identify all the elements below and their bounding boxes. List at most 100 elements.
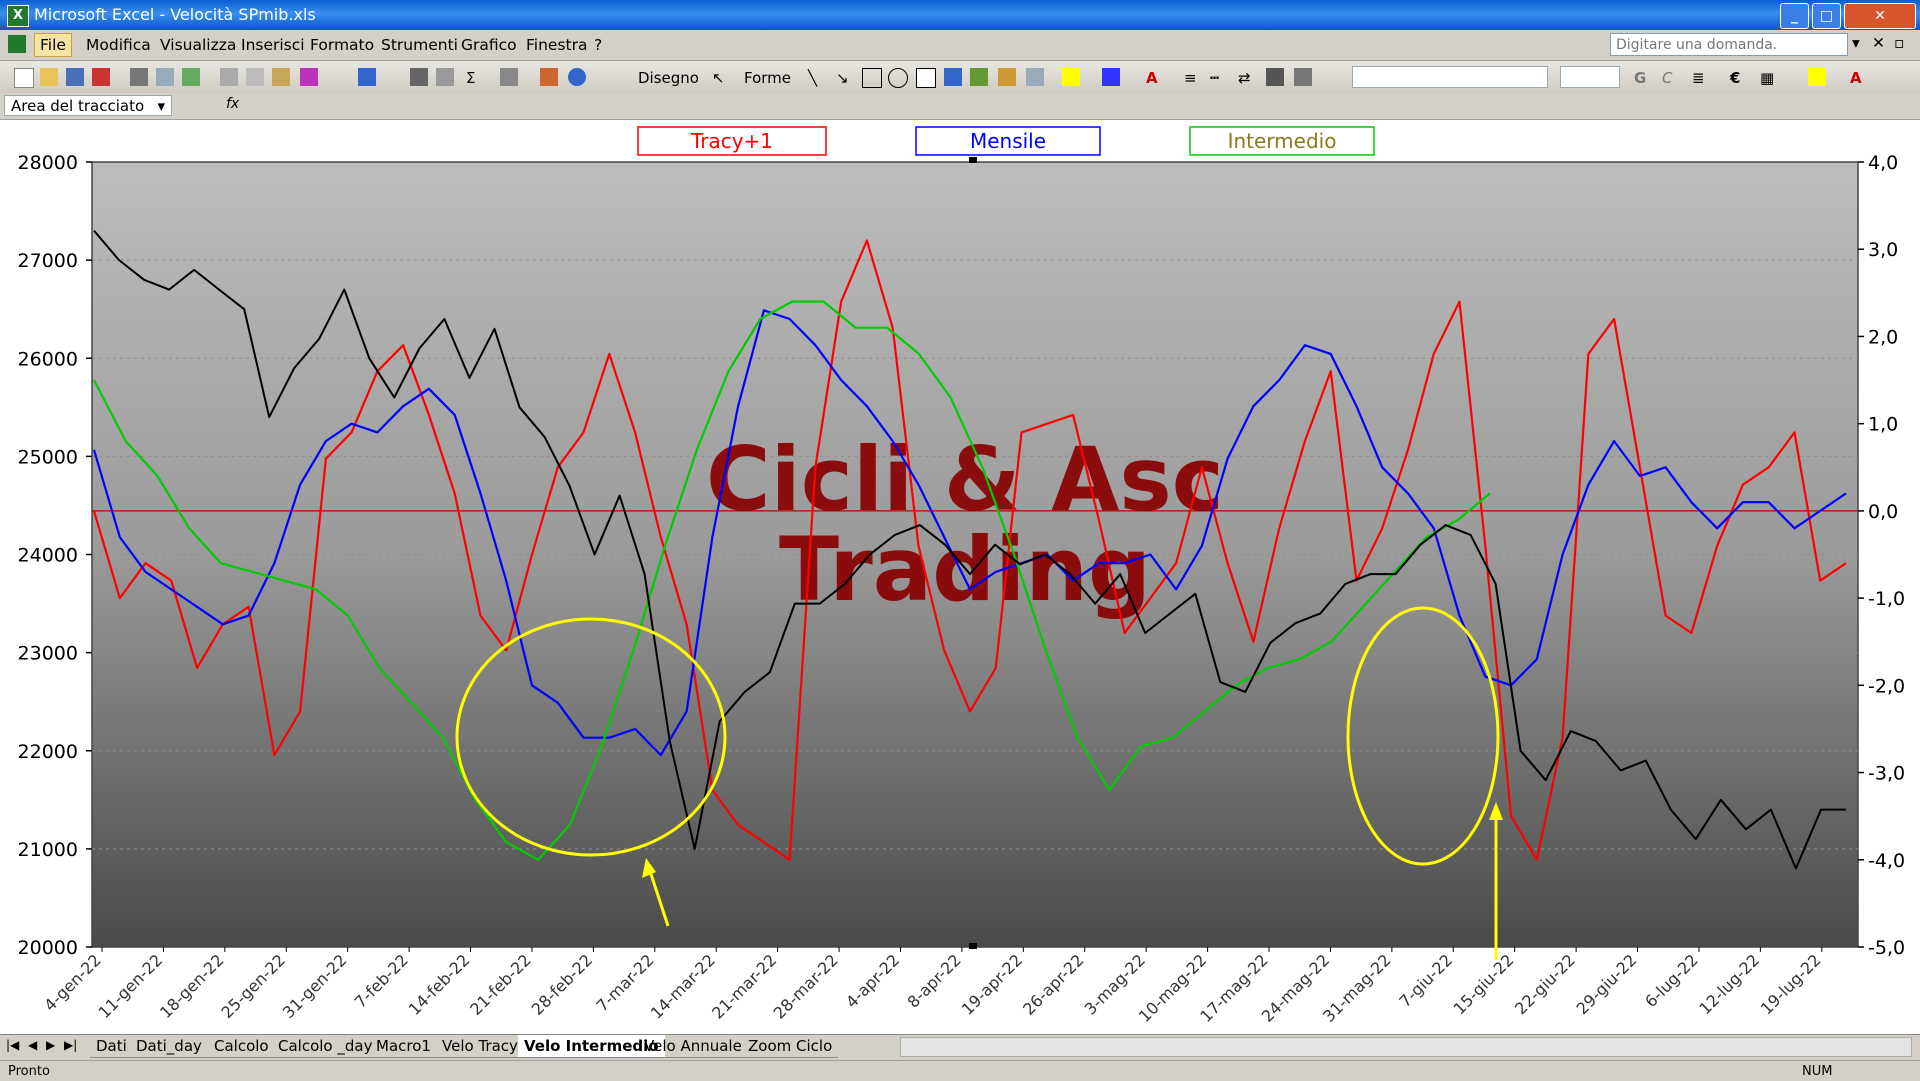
hyperlink-icon[interactable] bbox=[410, 68, 428, 86]
minimize-button[interactable]: _ bbox=[1780, 3, 1809, 29]
autosum-icon[interactable]: Σ bbox=[466, 69, 475, 87]
textbox-icon[interactable] bbox=[916, 68, 936, 88]
borders-icon[interactable]: ▦ bbox=[1760, 69, 1774, 87]
next-sheet-icon[interactable]: ▶ bbox=[46, 1038, 55, 1052]
bold-icon[interactable]: G bbox=[1634, 69, 1646, 87]
picture-icon[interactable] bbox=[1026, 68, 1044, 86]
shapes-menu[interactable]: Forme bbox=[744, 69, 791, 87]
help-icon[interactable] bbox=[568, 68, 586, 86]
cell-font-color-icon[interactable]: A bbox=[1850, 69, 1862, 87]
line-color-icon[interactable] bbox=[1102, 68, 1120, 86]
clipart-icon[interactable] bbox=[998, 68, 1016, 86]
draw-menu[interactable]: Disegno bbox=[638, 69, 699, 87]
first-sheet-icon[interactable]: |◀ bbox=[6, 1038, 19, 1052]
maximize-button[interactable]: □ bbox=[1812, 3, 1841, 29]
align-icon[interactable]: ≣ bbox=[1692, 69, 1705, 87]
sheet-tab[interactable]: Calcolo _day bbox=[272, 1035, 379, 1058]
y-left-tick-label: 20000 bbox=[18, 937, 78, 959]
cell-fill-icon[interactable] bbox=[1808, 68, 1826, 86]
paste-icon[interactable] bbox=[272, 68, 290, 86]
menu-modifica[interactable]: Modifica bbox=[86, 36, 151, 54]
horizontal-scrollbar[interactable] bbox=[900, 1037, 1912, 1057]
menu-grafico[interactable]: Grafico bbox=[461, 36, 517, 54]
name-box[interactable]: Area del tracciato ▾ bbox=[4, 95, 172, 116]
excel-icon[interactable] bbox=[8, 35, 26, 53]
window-title: Microsoft Excel - Velocità SPmib.xls bbox=[34, 5, 316, 24]
ask-question-input[interactable]: Digitare una domanda. bbox=[1610, 33, 1848, 56]
save-icon[interactable] bbox=[66, 68, 84, 86]
status-text: Pronto bbox=[8, 1064, 50, 1079]
chart-wizard-icon[interactable] bbox=[540, 68, 558, 86]
undo-icon[interactable] bbox=[358, 68, 376, 86]
menu-visualizza[interactable]: Visualizza bbox=[160, 36, 236, 54]
pointer-icon[interactable]: ↖ bbox=[712, 69, 725, 87]
menu-formato[interactable]: Formato bbox=[310, 36, 374, 54]
prev-sheet-icon[interactable]: ◀ bbox=[28, 1038, 37, 1052]
sheet-tab[interactable]: Zoom Ciclo bbox=[742, 1035, 839, 1058]
sheet-tab[interactable]: Velo Tracy bbox=[436, 1035, 524, 1058]
pdf-icon[interactable] bbox=[92, 68, 110, 86]
close-button[interactable]: ✕ bbox=[1844, 3, 1916, 29]
y-right-tick-label: 1,0 bbox=[1868, 414, 1898, 436]
y-left-tick-label: 24000 bbox=[18, 545, 78, 567]
menu-file[interactable]: File bbox=[34, 33, 72, 57]
y-left-tick-label: 21000 bbox=[18, 839, 78, 861]
new-icon[interactable] bbox=[14, 68, 34, 88]
sort-icon[interactable] bbox=[500, 68, 518, 86]
oval-icon[interactable] bbox=[888, 68, 908, 88]
dash-style-icon[interactable]: ┅ bbox=[1210, 69, 1219, 87]
chevron-down-icon[interactable]: ▾ bbox=[1852, 34, 1860, 52]
diagram-icon[interactable] bbox=[970, 68, 988, 86]
y-left-tick-label: 27000 bbox=[18, 250, 78, 272]
italic-icon[interactable]: C bbox=[1662, 69, 1672, 87]
open-icon[interactable] bbox=[40, 68, 58, 86]
rectangle-icon[interactable] bbox=[862, 68, 882, 88]
cut-icon[interactable] bbox=[220, 68, 238, 86]
y-right-tick-label: -2,0 bbox=[1868, 675, 1905, 697]
shadow-icon[interactable] bbox=[1266, 68, 1284, 86]
y-right-tick-label: 3,0 bbox=[1868, 239, 1898, 261]
print-icon[interactable] bbox=[130, 68, 148, 86]
research-icon[interactable] bbox=[436, 68, 454, 86]
wordart-icon[interactable] bbox=[944, 68, 962, 86]
arrow-style-icon[interactable]: ⇄ bbox=[1238, 69, 1251, 87]
euro-icon[interactable]: € bbox=[1730, 69, 1740, 87]
excel-icon[interactable]: X bbox=[7, 5, 29, 27]
menu-help[interactable]: ? bbox=[594, 36, 602, 54]
sheet-tab[interactable]: Dati bbox=[90, 1035, 133, 1058]
function-icon[interactable]: fx bbox=[226, 96, 239, 112]
fill-color-icon[interactable] bbox=[1062, 68, 1080, 86]
watermark-line-1: Cicli & Asc bbox=[706, 428, 1224, 531]
y-left-tick-label: 28000 bbox=[18, 152, 78, 174]
font-color-icon[interactable]: A bbox=[1146, 69, 1158, 87]
y-right-tick-label: -1,0 bbox=[1868, 588, 1905, 610]
watermark: Cicli & Asc Trading bbox=[706, 428, 1224, 621]
format-painter-icon[interactable] bbox=[300, 68, 318, 86]
selection-handle[interactable] bbox=[969, 943, 977, 949]
menu-finestra[interactable]: Finestra bbox=[526, 36, 587, 54]
sheet-tab[interactable]: Velo Annuale bbox=[638, 1035, 748, 1058]
menu-strumenti[interactable]: Strumenti bbox=[381, 36, 458, 54]
sheet-tab[interactable]: Macro1 bbox=[370, 1035, 437, 1058]
sheet-tab[interactable]: Calcolo bbox=[208, 1035, 275, 1058]
font-name-combo[interactable] bbox=[1352, 66, 1548, 88]
arrow-icon[interactable]: ↘ bbox=[836, 69, 849, 87]
print-preview-icon[interactable] bbox=[156, 68, 174, 86]
selection-handle[interactable] bbox=[969, 157, 977, 163]
3d-icon[interactable] bbox=[1294, 68, 1312, 86]
spelling-icon[interactable] bbox=[182, 68, 200, 86]
close-doc-icon[interactable]: ✕ bbox=[1872, 34, 1885, 52]
chart[interactable]: Cicli & Asc Trading Tracy+1 Mensile Inte… bbox=[0, 120, 1920, 1034]
restore-doc-icon[interactable]: ▫ bbox=[1894, 34, 1905, 52]
font-size-combo[interactable] bbox=[1560, 66, 1620, 88]
y-right-tick-label: 0,0 bbox=[1868, 501, 1898, 523]
num-lock-indicator: NUM bbox=[1802, 1064, 1833, 1079]
line-style-icon[interactable]: ≡ bbox=[1184, 69, 1197, 87]
last-sheet-icon[interactable]: ▶| bbox=[64, 1038, 77, 1052]
sheet-tab[interactable]: Dati_day bbox=[130, 1035, 208, 1058]
chevron-down-icon[interactable]: ▾ bbox=[157, 96, 165, 116]
legend[interactable]: Tracy+1 Mensile Intermedio bbox=[637, 126, 1375, 156]
line-icon[interactable]: ╲ bbox=[808, 69, 817, 87]
menu-inserisci[interactable]: Inserisci bbox=[241, 36, 305, 54]
copy-icon[interactable] bbox=[246, 68, 264, 86]
